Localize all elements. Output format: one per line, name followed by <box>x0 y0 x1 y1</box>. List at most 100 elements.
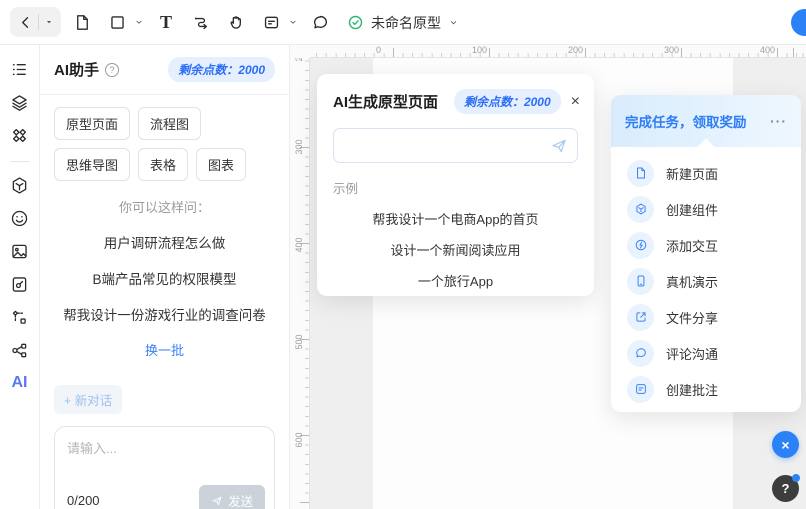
generation-type-buttons: 原型页面 流程图 思维导图 表格 图表 <box>54 107 275 181</box>
comment-tool-icon[interactable] <box>306 8 334 36</box>
tasks-list: 新建页面 创建组件 添加交互 <box>611 147 801 413</box>
ai-panel-header: AI助手 ? 剩余点数：2000 <box>40 45 289 95</box>
outline-list-icon[interactable] <box>7 57 33 81</box>
left-icon-rail: AI <box>0 45 40 509</box>
ruler-corner <box>290 45 310 58</box>
ruler-label: 100 <box>472 45 487 55</box>
layers-icon[interactable] <box>7 90 33 114</box>
frame-tool-caret-icon[interactable] <box>133 8 145 36</box>
task-label: 创建批注 <box>666 380 718 399</box>
new-page-icon <box>627 160 654 187</box>
type-button-flowchart[interactable]: 流程图 <box>138 107 201 140</box>
notes-panel-icon[interactable] <box>257 8 285 36</box>
image-icon[interactable] <box>7 239 33 263</box>
ruler-label: 0 <box>376 45 381 55</box>
close-icon[interactable]: × <box>571 94 580 110</box>
tasks-reward-panel: 完成任务，领取奖励 ··· 新建页面 创建组件 <box>611 95 801 412</box>
dialog-title: AI生成原型页面 <box>333 91 438 112</box>
title-caret-icon[interactable] <box>448 17 459 28</box>
avatar[interactable] <box>791 9 806 36</box>
material-icon[interactable] <box>7 173 33 197</box>
hand-tool-icon[interactable] <box>222 8 250 36</box>
ai-assistant-rail-item[interactable]: AI <box>12 374 28 392</box>
comment-icon <box>627 340 654 367</box>
ruler-label: 300 <box>664 45 679 55</box>
ruler-label: 400 <box>760 45 775 55</box>
type-button-table[interactable]: 表格 <box>138 148 188 181</box>
task-label: 真机演示 <box>666 272 718 291</box>
example-item[interactable]: 帮我设计一个电商App的首页 <box>317 209 594 228</box>
ruler-label: 600 <box>293 425 305 455</box>
example-item[interactable]: 一个旅行App <box>317 271 594 290</box>
flow-share-icon[interactable] <box>7 338 33 362</box>
send-button-label: 发送 <box>228 491 253 509</box>
example-item[interactable]: 设计一个新闻阅读应用 <box>317 240 594 259</box>
task-item-new-page[interactable]: 新建页面 <box>611 155 801 191</box>
suggestion-item[interactable]: 用户调研流程怎么做 <box>54 232 275 252</box>
ruler-label: 200 <box>568 45 583 55</box>
canvas[interactable]: 0 100 200 300 400 200 300 400 500 600 AI… <box>290 45 806 509</box>
task-item-device-preview[interactable]: 真机演示 <box>611 263 801 299</box>
send-icon[interactable] <box>550 137 568 155</box>
task-item-annotation[interactable]: 创建批注 <box>611 371 801 407</box>
task-label: 创建组件 <box>666 200 718 219</box>
type-button-chart[interactable]: 图表 <box>196 148 246 181</box>
new-page-icon[interactable] <box>68 8 96 36</box>
top-toolbar: T 未命名原型 <box>0 0 806 45</box>
more-icon[interactable]: ··· <box>770 114 787 128</box>
app-window: T 未命名原型 <box>0 0 806 509</box>
task-item-create-component[interactable]: 创建组件 <box>611 191 801 227</box>
help-button[interactable]: ? <box>772 475 799 502</box>
design-asset-icon[interactable] <box>7 272 33 296</box>
prompt-input[interactable] <box>334 129 577 162</box>
task-label: 评论沟通 <box>666 344 718 363</box>
divider <box>10 161 30 162</box>
points-badge: 剩余点数：2000 <box>168 57 275 82</box>
frame-tool-icon[interactable] <box>103 8 131 36</box>
dialog-header: AI生成原型页面 剩余点数：2000 × <box>317 74 594 120</box>
ruler-label: 300 <box>293 132 305 162</box>
ruler-label: 500 <box>293 327 305 357</box>
help-icon[interactable]: ? <box>105 63 119 77</box>
ai-generate-dialog: AI生成原型页面 剩余点数：2000 × 示例 帮我设计一个电商App的首页 设… <box>317 74 594 296</box>
chat-input-card: 0/200 发送 <box>54 426 275 509</box>
task-item-file-share[interactable]: 文件分享 <box>611 299 801 335</box>
connector-tool-icon[interactable] <box>187 8 215 36</box>
ai-panel-title: AI助手 <box>54 59 99 80</box>
text-tool-icon[interactable]: T <box>152 8 180 36</box>
task-item-add-interaction[interactable]: 添加交互 <box>611 227 801 263</box>
suggestion-item[interactable]: 帮我设计一份游戏行业的调查问卷 <box>54 304 275 324</box>
tasks-header: 完成任务，领取奖励 ··· <box>611 95 801 147</box>
ai-assistant-panel: AI助手 ? 剩余点数：2000 原型页面 流程图 思维导图 表格 图表 你可以… <box>40 45 290 509</box>
components-icon[interactable] <box>7 123 33 147</box>
component-icon <box>627 196 654 223</box>
vertical-ruler: 200 300 400 500 600 <box>290 58 310 509</box>
interaction-icon <box>627 232 654 259</box>
type-button-prototype[interactable]: 原型页面 <box>54 107 130 140</box>
notification-dot <box>792 474 800 482</box>
task-label: 新建页面 <box>666 164 718 183</box>
close-tasks-button[interactable]: × <box>772 431 799 458</box>
chat-input[interactable] <box>67 438 262 480</box>
document-title[interactable]: 未命名原型 <box>371 13 441 33</box>
new-chat-button[interactable]: + 新对话 <box>54 385 122 414</box>
ruler-label: 200 <box>293 58 305 69</box>
back-button-group <box>10 7 61 37</box>
refresh-suggestions-link[interactable]: 换一批 <box>54 340 275 359</box>
char-count: 0/200 <box>67 493 100 508</box>
back-menu-caret-icon[interactable] <box>39 8 59 36</box>
send-button[interactable]: 发送 <box>199 485 265 509</box>
prompt-input-wrap <box>333 128 578 163</box>
annotation-icon <box>627 376 654 403</box>
points-badge: 剩余点数：2000 <box>454 89 561 114</box>
emoji-icon[interactable] <box>7 206 33 230</box>
back-icon[interactable] <box>12 8 38 36</box>
suggestion-item[interactable]: B端产品常见的权限模型 <box>54 268 275 288</box>
saved-check-icon <box>347 14 364 31</box>
type-button-mindmap[interactable]: 思维导图 <box>54 148 130 181</box>
notes-panel-caret-icon[interactable] <box>287 8 299 36</box>
examples-label: 示例 <box>333 178 578 197</box>
vector-path-icon[interactable] <box>7 305 33 329</box>
ruler-label: 400 <box>293 230 305 260</box>
task-item-comment[interactable]: 评论沟通 <box>611 335 801 371</box>
